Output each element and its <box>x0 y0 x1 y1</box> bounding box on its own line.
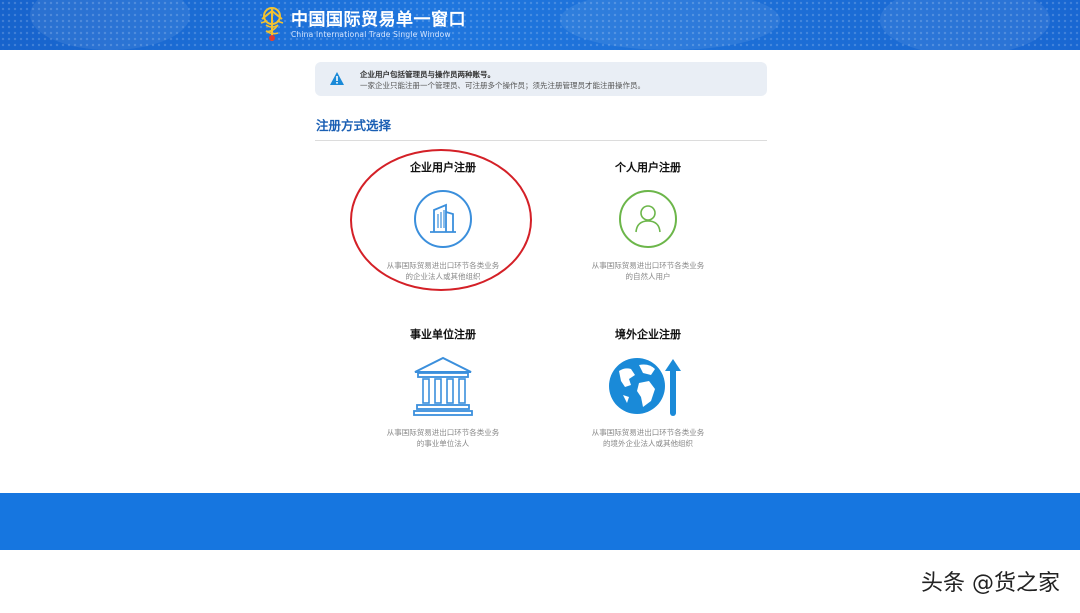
institution-registration-option[interactable]: 事业单位注册 从事国际贸易进出口环节各类业务 的事业单位法人 <box>363 327 523 449</box>
option-title: 企业用户注册 <box>410 161 476 174</box>
option-description: 从事国际贸易进出口环节各类业务 <box>386 261 500 270</box>
logo-subtitle: China International Trade Single Window <box>291 30 451 39</box>
option-description: 的企业法人或其他组织 <box>405 271 481 281</box>
map-decoration <box>30 0 190 50</box>
option-description: 的事业单位法人 <box>416 438 470 448</box>
globe-icon <box>609 358 681 416</box>
logo-title: 中国国际贸易单一窗口 <box>291 10 466 30</box>
personal-registration-option[interactable]: 个人用户注册 从事国际贸易进出口环节各类业务 的自然人用户 <box>568 160 728 282</box>
customs-emblem-icon <box>260 7 284 41</box>
building-icon <box>414 190 472 248</box>
section-title: 注册方式选择 <box>316 118 392 133</box>
option-description: 的自然人用户 <box>625 271 671 281</box>
option-description: 从事国际贸易进出口环节各类业务 <box>591 261 705 270</box>
option-title: 事业单位注册 <box>410 328 476 341</box>
foreign-enterprise-registration-option[interactable]: 境外企业注册 从事国际贸易进出口环节各类业务 的境外企业法人或其他组织 <box>568 327 728 449</box>
notice-box: 企业用户包括管理员与操作员两种账号。 一家企业只能注册一个管理员、可注册多个操作… <box>315 62 767 96</box>
watermark: 头条 @货之家 <box>921 571 1060 596</box>
option-title: 境外企业注册 <box>615 328 681 341</box>
option-description: 从事国际贸易进出口环节各类业务 <box>386 428 500 437</box>
person-icon <box>619 190 677 248</box>
notice-line-1: 企业用户包括管理员与操作员两种账号。 <box>360 70 495 79</box>
site-footer <box>0 493 1080 550</box>
map-decoration <box>560 0 780 50</box>
map-decoration <box>880 0 1050 50</box>
institution-icon <box>413 356 473 416</box>
enterprise-registration-option[interactable]: 企业用户注册 从事国际贸易进出口环节各类业务 的企业法人或其他组织 <box>363 160 523 282</box>
option-description: 从事国际贸易进出口环节各类业务 <box>591 428 705 437</box>
notice-line-2: 一家企业只能注册一个管理员、可注册多个操作员；须先注册管理员才能注册操作员。 <box>360 81 645 90</box>
site-header: 中国国际贸易单一窗口 China International Trade Sin… <box>0 0 1080 50</box>
option-title: 个人用户注册 <box>615 161 681 174</box>
warning-triangle-icon <box>330 72 344 85</box>
option-description: 的境外企业法人或其他组织 <box>603 438 693 448</box>
site-logo[interactable]: 中国国际贸易单一窗口 China International Trade Sin… <box>258 4 466 46</box>
divider <box>315 140 767 141</box>
